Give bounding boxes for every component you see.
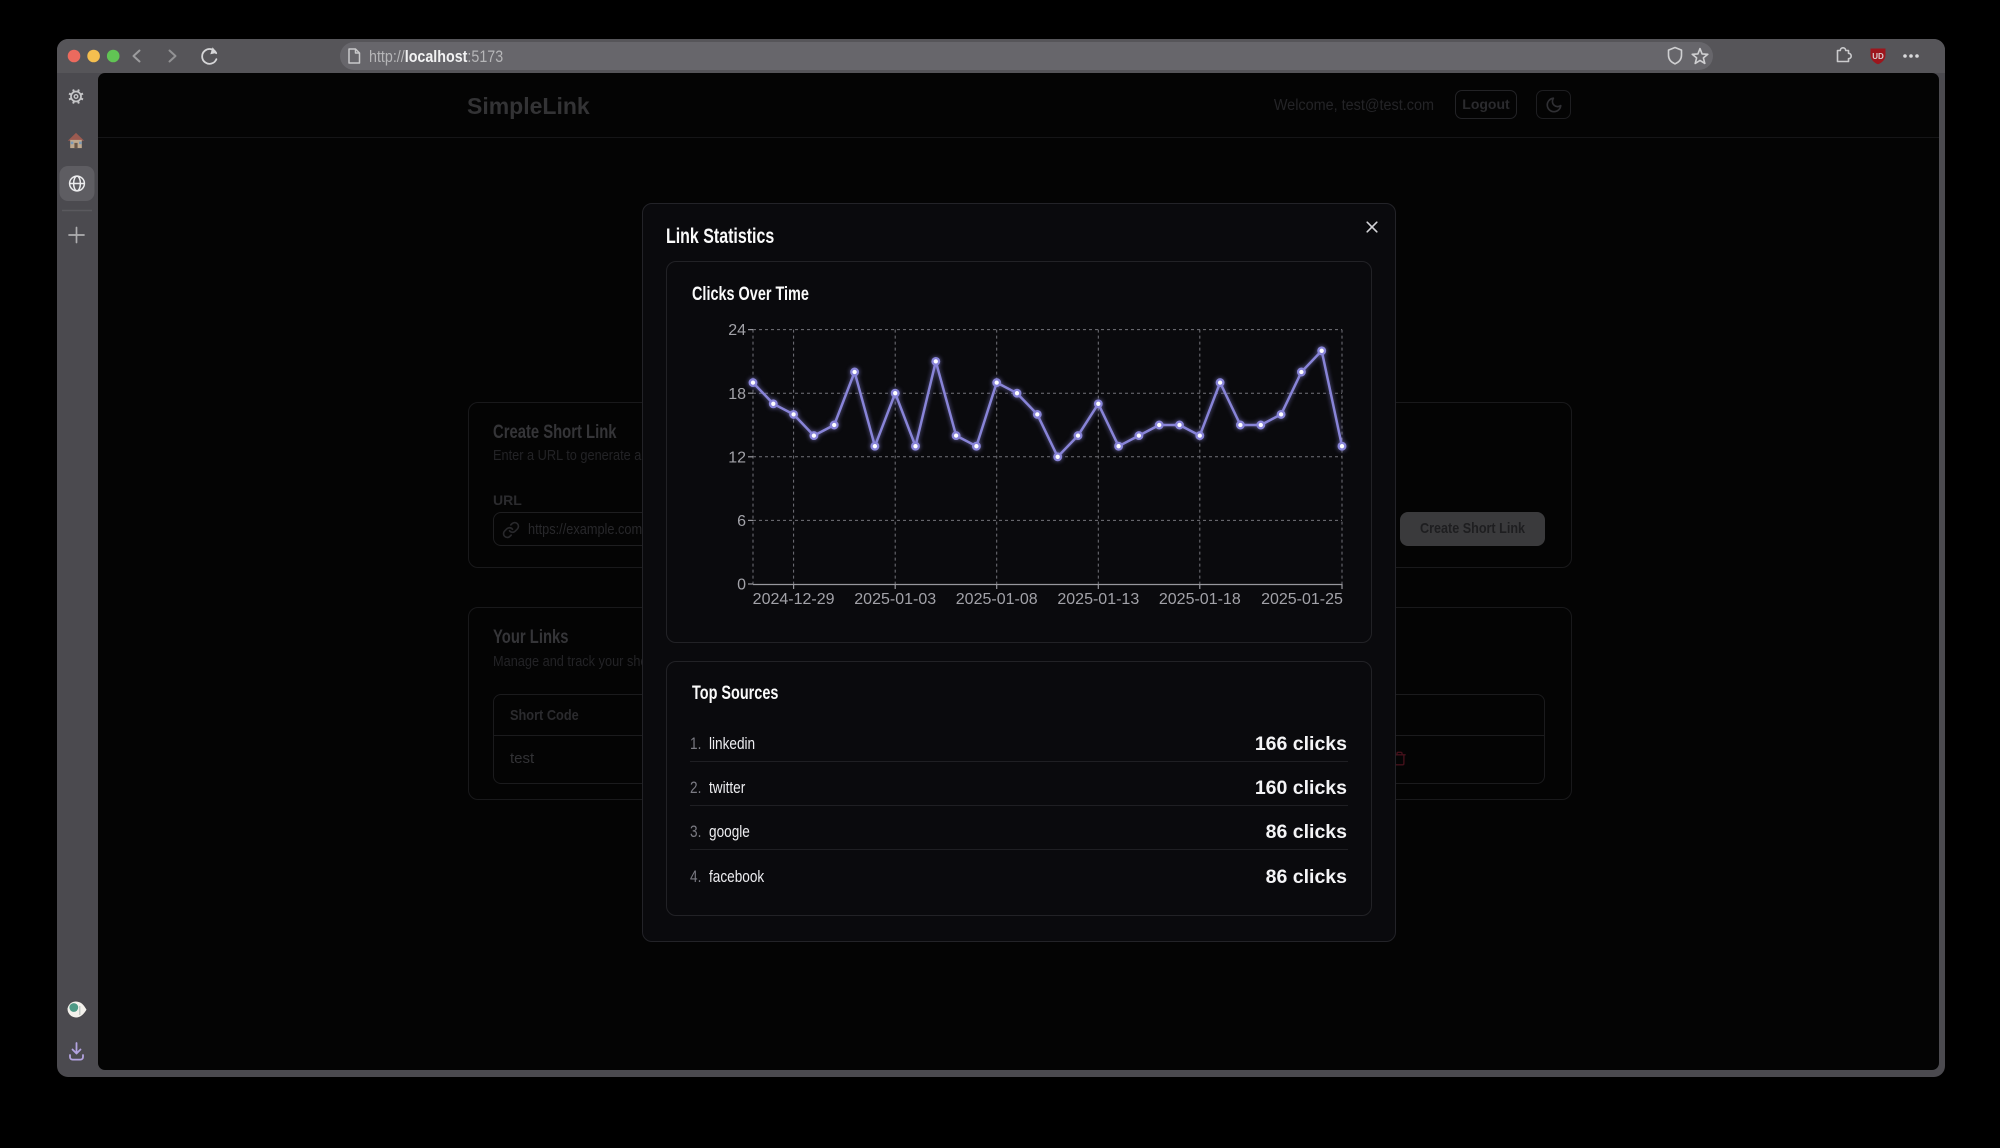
svg-text:UD: UD [1872,52,1884,61]
